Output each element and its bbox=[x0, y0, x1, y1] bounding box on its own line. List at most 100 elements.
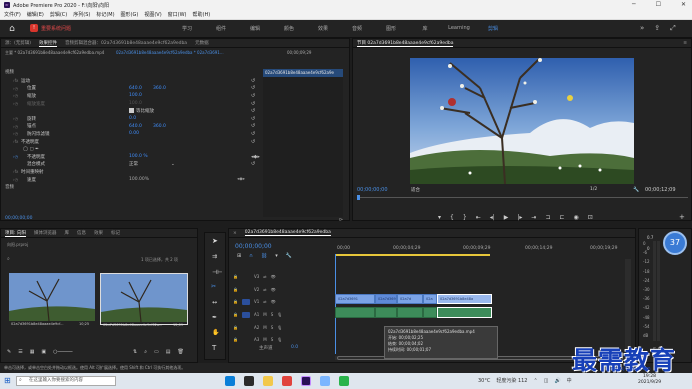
mic-icon[interactable]: 🎙 bbox=[277, 325, 282, 330]
menu-marker[interactable]: 标记(M) bbox=[96, 11, 114, 18]
row-anchor[interactable]: ›◷ 锚点 640.0 360.0 ↺ bbox=[1, 123, 263, 131]
home-icon[interactable]: ⌂ bbox=[6, 23, 18, 35]
mark-in-icon[interactable]: { bbox=[450, 214, 454, 221]
ec-mini-timeline[interactable] bbox=[263, 77, 343, 217]
project-item-2[interactable]: 02a7d3691b8e48aaae4e9cf62a... 12;09 bbox=[100, 273, 188, 327]
video-clip[interactable]: 02a bbox=[423, 294, 437, 304]
fullscreen-icon[interactable]: ⤢ bbox=[670, 24, 676, 33]
ime-indicator[interactable]: 中 bbox=[567, 377, 572, 384]
track-header-v1[interactable]: 🔒 V1 ⇌ 👁 bbox=[233, 296, 339, 307]
pen-tool-icon[interactable]: ✒ bbox=[212, 314, 217, 321]
audio-clip[interactable] bbox=[423, 307, 437, 318]
new-item-icon[interactable]: ▤ bbox=[166, 349, 171, 355]
menu-edit[interactable]: 编辑(E) bbox=[27, 11, 44, 18]
row-anti-flicker[interactable]: ›◷ 防闪烁滤镜 0.00 ↺ bbox=[1, 130, 263, 138]
timeline-sequence-tab[interactable]: 02a7d3691b8e48aaae4e9cf62a9edba bbox=[244, 230, 331, 236]
eye-icon[interactable]: 👁 bbox=[271, 299, 276, 304]
wps-icon[interactable] bbox=[282, 376, 292, 386]
compare-icon[interactable]: ⊡ bbox=[588, 214, 593, 221]
premiere-taskbar-icon[interactable] bbox=[301, 376, 311, 386]
mic-icon[interactable]: 🎙 bbox=[277, 337, 282, 342]
network-icon[interactable]: ◫ bbox=[544, 378, 549, 384]
minimize-button[interactable]: ─ bbox=[632, 1, 636, 8]
play-icon[interactable]: ▶ bbox=[504, 214, 509, 221]
slip-tool-icon[interactable]: ↔ bbox=[212, 299, 217, 306]
workspace-graphics[interactable]: 图形 bbox=[374, 25, 408, 32]
share-icon[interactable]: ⇪ bbox=[654, 24, 660, 33]
sort-icon[interactable]: ⇅ bbox=[133, 349, 137, 355]
workspace-libraries[interactable]: 库 bbox=[408, 25, 442, 32]
lock-icon[interactable]: ✎ bbox=[7, 349, 11, 355]
tab-audio-mixer[interactable]: 音频剪辑混合器：02a7d3691b8e48aaae4e9cf62a9edba bbox=[65, 40, 187, 46]
workspace-color[interactable]: 颜色 bbox=[272, 25, 306, 32]
step-back-icon[interactable]: ◂| bbox=[490, 214, 495, 221]
menu-clip[interactable]: 剪辑(C) bbox=[50, 11, 67, 18]
program-scrubber[interactable] bbox=[358, 197, 688, 198]
program-menu-icon[interactable]: ≡ bbox=[683, 41, 687, 46]
wrench-icon[interactable]: 🔧 bbox=[633, 187, 639, 193]
timeline-ruler[interactable]: 00;00 00;00;04;29 00;00;09;29 00;00;14;2… bbox=[335, 246, 633, 256]
task-view-icon[interactable] bbox=[244, 376, 254, 386]
sync-icon[interactable]: ⇌ bbox=[263, 287, 266, 292]
video-clip[interactable]: 02a7d bbox=[397, 294, 423, 304]
ec-bottom-timecode[interactable]: 00;00;00;00 bbox=[5, 216, 32, 221]
hand-tool-icon[interactable]: ✋ bbox=[212, 329, 219, 336]
tab-library[interactable]: 库 bbox=[64, 230, 69, 236]
workspace-learning[interactable]: Learning bbox=[442, 25, 476, 32]
sync-icon[interactable]: ⇌ bbox=[263, 299, 266, 304]
audio-clip-selected[interactable] bbox=[437, 307, 492, 318]
more-icon[interactable]: » bbox=[640, 24, 644, 33]
work-area-bar[interactable] bbox=[335, 254, 490, 256]
tab-media-browser[interactable]: 媒体浏览器 bbox=[34, 230, 57, 236]
row-scale[interactable]: ›◷ 缩放 100.0 ↺ bbox=[1, 92, 263, 100]
mark-out-icon[interactable]: } bbox=[463, 214, 467, 221]
uniform-scale-checkbox[interactable] bbox=[129, 108, 134, 114]
timeline-settings-icon[interactable]: 🔧 bbox=[286, 253, 292, 259]
tab-project[interactable]: 项目: 向阳 bbox=[5, 230, 26, 237]
tab-metadata[interactable]: 元数据 bbox=[195, 40, 209, 46]
track-header-a2[interactable]: 🔒 A2 M S 🎙 bbox=[233, 322, 339, 333]
windows-start-icon[interactable]: ⊞ bbox=[4, 376, 11, 385]
workspace-effects[interactable]: 效果 bbox=[306, 25, 340, 32]
a1-source-target[interactable] bbox=[241, 311, 250, 318]
zoom-slider[interactable]: ○───── bbox=[53, 349, 72, 355]
program-timecode[interactable]: 00;00;00;00 bbox=[357, 187, 388, 193]
file-explorer-icon[interactable] bbox=[263, 376, 273, 386]
video-clip[interactable]: 02a7d3691 bbox=[335, 294, 375, 304]
add-marker-icon[interactable]: ▾ bbox=[438, 214, 441, 221]
extract-icon[interactable]: ⊏ bbox=[559, 214, 564, 221]
lock-icon[interactable]: 🔒 bbox=[233, 312, 238, 317]
system-warning[interactable]: ! 重要系统问题 bbox=[30, 24, 71, 32]
audio-clip[interactable] bbox=[375, 307, 397, 318]
app-icon[interactable] bbox=[320, 376, 330, 386]
timeline-close-icon[interactable]: × bbox=[233, 231, 237, 236]
program-resolution-select[interactable]: 1/2 bbox=[590, 187, 597, 192]
project-search-icon[interactable]: ⌕ bbox=[7, 256, 10, 262]
workspace-clip[interactable]: 剪辑 bbox=[476, 25, 510, 32]
freeform-view-icon[interactable]: ▣ bbox=[41, 349, 46, 355]
tray-arrow-icon[interactable]: ⌃ bbox=[534, 378, 538, 384]
tab-effect-controls[interactable]: 效果控件 bbox=[39, 40, 58, 47]
program-title[interactable]: 节目 02a7d3691b8e48aaae4e9cf62a9edba bbox=[357, 40, 454, 47]
menu-file[interactable]: 文件(F) bbox=[4, 11, 21, 18]
insert-sequence-icon[interactable]: ⊞ bbox=[237, 253, 241, 259]
menu-window[interactable]: 窗口(W) bbox=[168, 11, 187, 18]
blend-mode-select[interactable]: 正常 bbox=[129, 161, 138, 167]
row-uniform-scale[interactable]: 等比缩放 ↺ bbox=[1, 107, 263, 115]
sync-icon[interactable]: ⇌ bbox=[263, 274, 266, 279]
add-marker-icon[interactable]: ▾ bbox=[275, 253, 278, 259]
find-icon[interactable]: ⌕ bbox=[144, 349, 147, 355]
wechat-icon[interactable] bbox=[339, 376, 349, 386]
project-item-1[interactable]: 02a7d3691b8e48aaae4e9cf... 10;25 bbox=[9, 273, 95, 326]
step-forward-icon[interactable]: |▸ bbox=[517, 214, 522, 221]
icon-view-icon[interactable]: ▦ bbox=[30, 349, 35, 355]
timeline-timecode[interactable]: 00;00;00;00 bbox=[235, 243, 272, 250]
master-clip-label[interactable]: 主要 * 02a7d3691b8e48aaae4e9cf62a9edba.mp4 bbox=[5, 50, 104, 56]
sequence-clip-label[interactable]: 02a7d3691b8e48aaae4e9cf62a9edba * 02a7d3… bbox=[116, 50, 224, 55]
taskbar-clock[interactable]: 19:28 2021/9/29 bbox=[638, 374, 661, 386]
eye-icon[interactable]: 👁 bbox=[271, 274, 276, 279]
row-blend-mode[interactable]: 混合模式 正常 ⌄ ↺ bbox=[1, 161, 263, 169]
video-clip-selected[interactable]: 02a7d3691b8e48a bbox=[437, 294, 492, 304]
mic-icon[interactable]: 🎙 bbox=[277, 312, 282, 317]
snap-icon[interactable]: ∩ bbox=[249, 253, 253, 259]
